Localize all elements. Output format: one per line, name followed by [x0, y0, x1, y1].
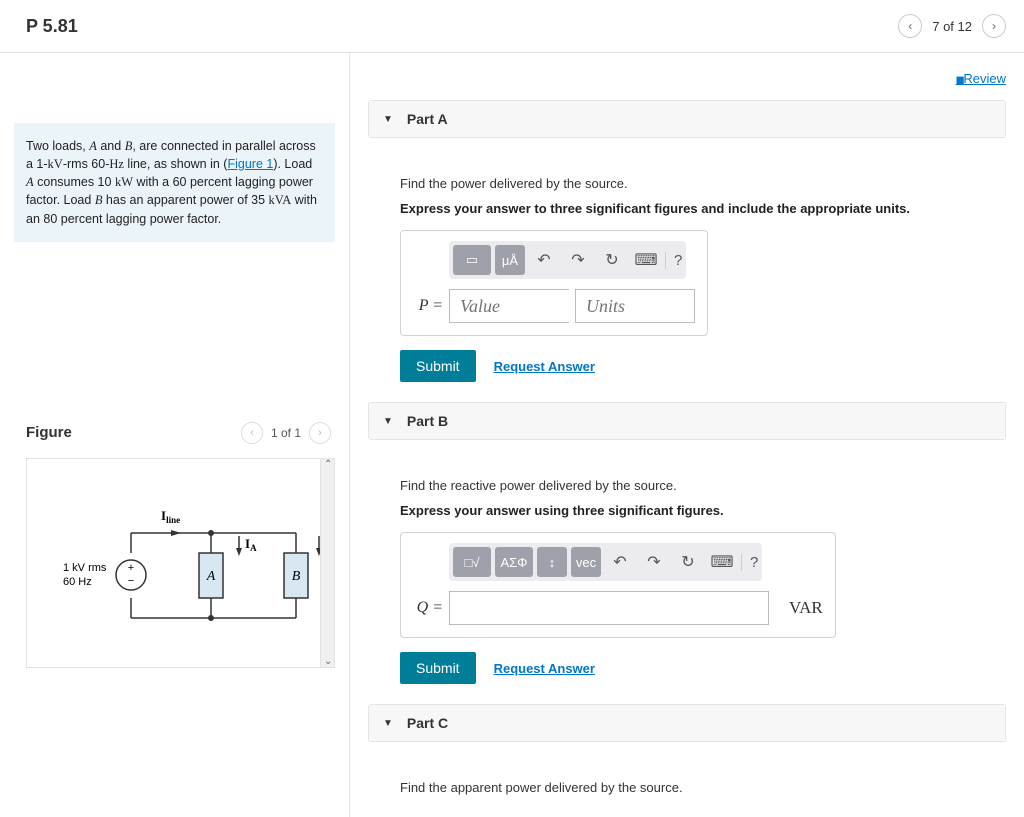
part-b-instruction: Express your answer using three signific… — [400, 503, 974, 518]
undo-icon[interactable]: ↶ — [605, 547, 635, 577]
redo-icon[interactable]: ↷ — [639, 547, 669, 577]
part-c: ▼ Part C — [368, 704, 1006, 742]
part-a-request-answer[interactable]: Request Answer — [494, 359, 595, 374]
figure-title: Figure — [26, 424, 72, 441]
collapse-icon: ▼ — [383, 114, 393, 125]
fraction-icon[interactable]: □√ — [453, 547, 491, 577]
problem-position: 7 of 12 — [932, 19, 972, 34]
part-b-value-input[interactable] — [449, 591, 769, 625]
template-icon[interactable]: ▭ — [453, 245, 491, 275]
figure-nav: ‹ 1 of 1 › — [241, 422, 331, 444]
part-a-title: Part A — [407, 111, 448, 127]
part-b-prompt: Find the reactive power delivered by the… — [400, 478, 974, 493]
subscript-icon[interactable]: ↕ — [537, 547, 567, 577]
part-b-submit-button[interactable]: Submit — [400, 652, 476, 684]
part-b-toolbar: □√ ΑΣΦ ↕ vec ↶ ↷ ↻ ⌨ ? — [449, 543, 762, 581]
prev-problem-button[interactable]: ‹ — [898, 14, 922, 38]
part-a-submit-button[interactable]: Submit — [400, 350, 476, 382]
part-a-answer-box: ▭ μÅ ↶ ↷ ↻ ⌨ ? P = — [400, 230, 708, 336]
figure-scrollbar[interactable] — [320, 459, 334, 667]
part-a-toolbar: ▭ μÅ ↶ ↷ ↻ ⌨ ? — [449, 241, 686, 279]
figure-count: 1 of 1 — [271, 426, 301, 440]
part-b-unit: VAR — [789, 598, 823, 618]
redo-icon[interactable]: ↷ — [563, 245, 593, 275]
circuit-diagram: + − 1 kV rms 60 Hz A B Iline IA — [41, 478, 321, 648]
next-problem-button[interactable]: › — [982, 14, 1006, 38]
part-a: ▼ Part A — [368, 100, 1006, 138]
part-b-request-answer[interactable]: Request Answer — [494, 661, 595, 676]
part-c-prompt: Find the apparent power delivered by the… — [400, 780, 974, 795]
problem-nav: ‹ 7 of 12 › — [898, 14, 1006, 38]
format-icon[interactable]: μÅ — [495, 245, 525, 275]
figure-header: Figure ‹ 1 of 1 › — [0, 422, 349, 444]
part-a-var: P = — [413, 297, 443, 315]
part-b: ▼ Part B — [368, 402, 1006, 440]
part-a-header[interactable]: ▼ Part A — [369, 101, 1005, 137]
svg-text:1 kV rms: 1 kV rms — [63, 562, 107, 574]
svg-text:+: + — [127, 562, 133, 574]
help-icon[interactable]: ? — [665, 252, 682, 269]
greek-icon[interactable]: ΑΣΦ — [495, 547, 533, 577]
reset-icon[interactable]: ↻ — [597, 245, 627, 275]
svg-text:Iline: Iline — [161, 508, 180, 525]
help-icon[interactable]: ? — [741, 554, 758, 571]
part-a-instruction: Express your answer to three significant… — [400, 201, 974, 216]
right-panel: Review ▼ Part A Find the power delivered… — [350, 53, 1024, 817]
part-b-var: Q = — [413, 599, 443, 617]
part-b-answer-box: □√ ΑΣΦ ↕ vec ↶ ↷ ↻ ⌨ ? Q = VAR — [400, 532, 836, 638]
part-c-title: Part C — [407, 715, 448, 731]
undo-icon[interactable]: ↶ — [529, 245, 559, 275]
keyboard-icon[interactable]: ⌨ — [707, 547, 737, 577]
problem-statement: Two loads, A and B, are connected in par… — [14, 123, 335, 242]
figure-prev-button[interactable]: ‹ — [241, 422, 263, 444]
figure-link[interactable]: Figure 1 — [227, 157, 273, 171]
page-header: P 5.81 ‹ 7 of 12 › — [0, 0, 1024, 53]
page-title: P 5.81 — [26, 16, 78, 37]
collapse-icon: ▼ — [383, 718, 393, 729]
reset-icon[interactable]: ↻ — [673, 547, 703, 577]
figure-canvas: + − 1 kV rms 60 Hz A B Iline IA — [26, 458, 335, 668]
part-a-value-input[interactable] — [449, 289, 569, 323]
svg-text:A: A — [205, 569, 215, 584]
figure-next-button[interactable]: › — [309, 422, 331, 444]
part-b-header[interactable]: ▼ Part B — [369, 403, 1005, 439]
svg-text:−: − — [127, 575, 133, 587]
part-a-units-input[interactable] — [575, 289, 695, 323]
part-c-header[interactable]: ▼ Part C — [369, 705, 1005, 741]
svg-text:60 Hz: 60 Hz — [63, 576, 92, 588]
svg-text:B: B — [291, 569, 300, 584]
keyboard-icon[interactable]: ⌨ — [631, 245, 661, 275]
review-link[interactable]: Review — [956, 71, 1006, 86]
left-panel: Two loads, A and B, are connected in par… — [0, 53, 350, 817]
part-b-title: Part B — [407, 413, 448, 429]
part-a-prompt: Find the power delivered by the source. — [400, 176, 974, 191]
svg-text:IA: IA — [245, 536, 257, 553]
vector-icon[interactable]: vec — [571, 547, 601, 577]
collapse-icon: ▼ — [383, 416, 393, 427]
